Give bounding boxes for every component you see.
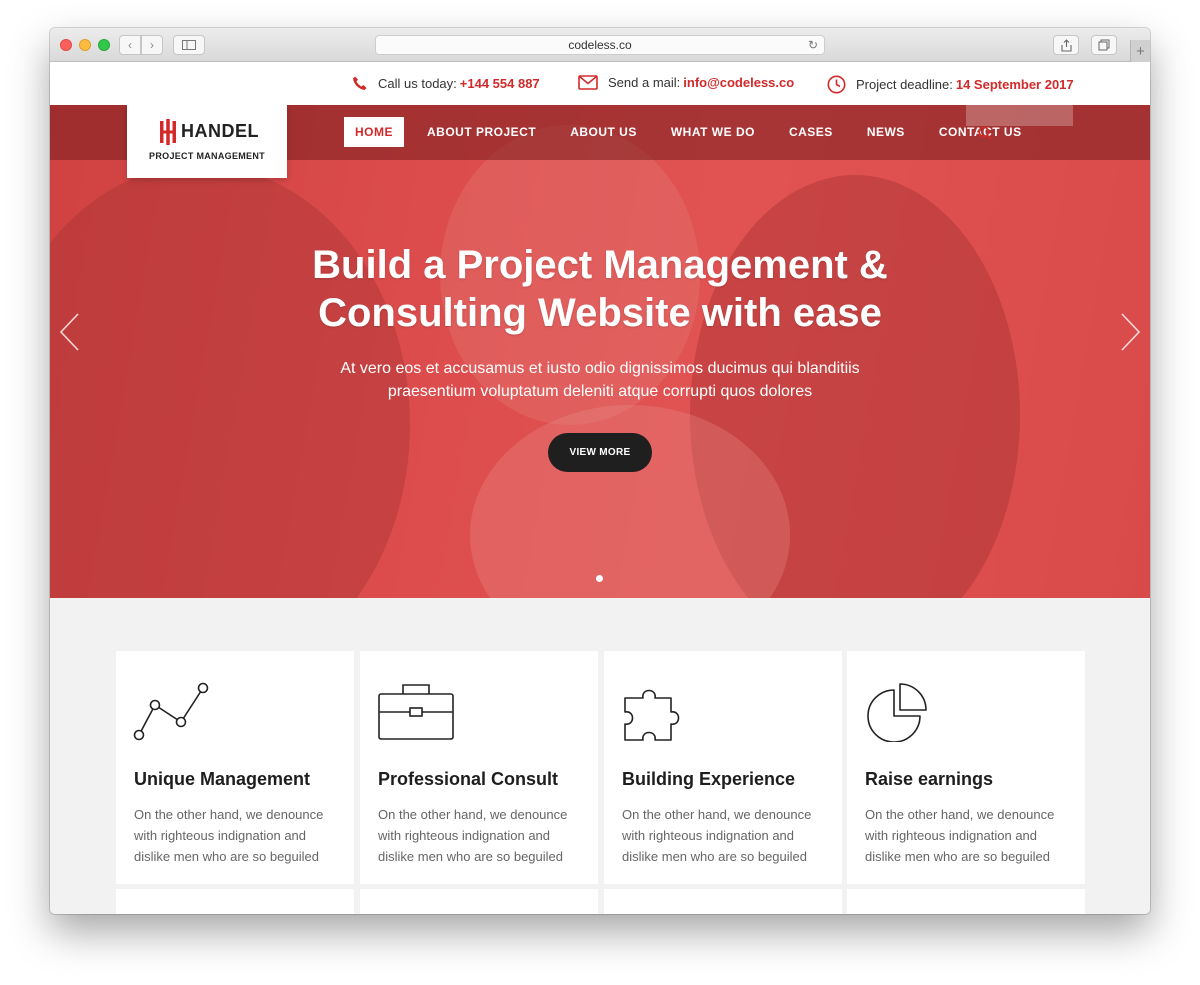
slider-next-arrow-icon[interactable] bbox=[1118, 312, 1142, 352]
sidebar-toggle-button[interactable] bbox=[173, 35, 205, 55]
hero-overlay bbox=[50, 105, 1150, 598]
hero-title-line: Consulting Website with ease bbox=[318, 291, 882, 335]
nav-item-cases[interactable]: CASES bbox=[778, 117, 844, 147]
address-bar[interactable]: codeless.co ↻ bbox=[375, 35, 825, 55]
feature-card: Building Experience On the other hand, w… bbox=[604, 651, 842, 884]
feature-card: Unique Management On the other hand, we … bbox=[116, 651, 354, 884]
feature-text: On the other hand, we denounce with righ… bbox=[134, 807, 324, 864]
show-tabs-button[interactable] bbox=[1091, 35, 1117, 55]
hero-slider: HANDEL PROJECT MANAGEMENT HOME ABOUT PRO… bbox=[50, 105, 1150, 598]
browser-toolbar: ‹ › codeless.co ↻ + bbox=[50, 28, 1150, 62]
call-label: Call us today: bbox=[378, 75, 457, 91]
forward-button[interactable]: › bbox=[141, 35, 163, 55]
hero-subtitle-line: praesentium voluptatum deleniti atque co… bbox=[387, 383, 813, 400]
puzzle-icon bbox=[624, 689, 680, 741]
hero-subtitle-line: At vero eos et accusamus et iusto odio d… bbox=[340, 360, 860, 377]
features-section: Unique Management On the other hand, we … bbox=[50, 598, 1150, 914]
mail-label: Send a mail: bbox=[608, 75, 681, 90]
nav-item-about-us[interactable]: ABOUT US bbox=[559, 117, 648, 147]
minimize-window-button[interactable] bbox=[79, 39, 91, 51]
share-button[interactable] bbox=[1053, 35, 1079, 55]
feature-text: On the other hand, we denounce with righ… bbox=[378, 807, 568, 864]
deadline-info: Project deadline: 14 September 2017 bbox=[827, 75, 1074, 94]
slider-dot[interactable] bbox=[596, 575, 603, 582]
feature-card-partial bbox=[360, 889, 598, 914]
nav-item-news[interactable]: NEWS bbox=[856, 117, 916, 147]
plus-icon: + bbox=[1136, 42, 1145, 60]
call-info: Call us today: +144 554 887 bbox=[352, 75, 540, 91]
mail-info: Send a mail: info@codeless.co bbox=[578, 75, 794, 90]
toolbox-icon bbox=[378, 684, 454, 740]
feature-text: On the other hand, we denounce with righ… bbox=[865, 807, 1055, 864]
sidebar-icon bbox=[182, 40, 196, 50]
view-more-button[interactable]: VIEW MORE bbox=[548, 433, 652, 472]
feature-card-partial bbox=[847, 889, 1085, 914]
browser-window: ‹ › codeless.co ↻ + Call us today: +144 … bbox=[50, 28, 1150, 914]
logo-name: HANDEL bbox=[181, 121, 259, 141]
handel-logo-icon bbox=[160, 119, 176, 145]
email-link[interactable]: info@codeless.co bbox=[683, 75, 794, 90]
envelope-icon bbox=[578, 75, 598, 90]
share-icon bbox=[1060, 38, 1072, 52]
reload-icon[interactable]: ↻ bbox=[808, 38, 818, 52]
line-chart-icon bbox=[133, 682, 209, 741]
feature-title: Professional Consult bbox=[378, 769, 559, 789]
chevron-right-icon: › bbox=[150, 38, 154, 52]
feature-card-partial bbox=[604, 889, 842, 914]
new-tab-button[interactable]: + bbox=[1130, 40, 1150, 62]
logo-subtitle: PROJECT MANAGEMENT bbox=[149, 151, 265, 161]
hero-title: Build a Project Management & Consulting … bbox=[50, 241, 1150, 337]
feature-title: Unique Management bbox=[134, 769, 311, 789]
zoom-window-button[interactable] bbox=[98, 39, 110, 51]
deadline-label: Project deadline: bbox=[856, 77, 953, 92]
nav-item-about-project[interactable]: ABOUT PROJECT bbox=[416, 117, 547, 147]
pie-chart-icon bbox=[867, 683, 927, 742]
clock-icon bbox=[827, 75, 846, 94]
contact-info-bar: Call us today: +144 554 887 Send a mail:… bbox=[50, 62, 1150, 105]
close-window-button[interactable] bbox=[60, 39, 72, 51]
main-menu: HOME ABOUT PROJECT ABOUT US WHAT WE DO C… bbox=[344, 117, 1045, 147]
hero-subtitle: At vero eos et accusamus et iusto odio d… bbox=[50, 357, 1150, 403]
hero-title-line: Build a Project Management & bbox=[312, 243, 888, 287]
feature-card-partial bbox=[116, 889, 354, 914]
back-button[interactable]: ‹ bbox=[119, 35, 141, 55]
feature-card: Raise earnings On the other hand, we den… bbox=[847, 651, 1085, 884]
search-icon[interactable] bbox=[978, 126, 992, 140]
deadline-value: 14 September 2017 bbox=[955, 77, 1074, 92]
phone-icon bbox=[353, 76, 367, 90]
feature-card: Professional Consult On the other hand, … bbox=[360, 651, 598, 884]
tabs-icon bbox=[1098, 39, 1110, 51]
feature-title: Building Experience bbox=[622, 769, 796, 789]
slider-prev-arrow-icon[interactable] bbox=[58, 312, 82, 352]
chevron-left-icon: ‹ bbox=[128, 38, 132, 52]
feature-title: Raise earnings bbox=[865, 769, 994, 789]
feature-text: On the other hand, we denounce with righ… bbox=[622, 807, 812, 864]
url-text: codeless.co bbox=[568, 38, 632, 52]
nav-item-what-we-do[interactable]: WHAT WE DO bbox=[660, 117, 766, 147]
nav-item-home[interactable]: HOME bbox=[344, 117, 404, 147]
phone-number-link[interactable]: +144 554 887 bbox=[460, 76, 540, 91]
site-logo[interactable]: HANDEL PROJECT MANAGEMENT bbox=[127, 105, 287, 178]
